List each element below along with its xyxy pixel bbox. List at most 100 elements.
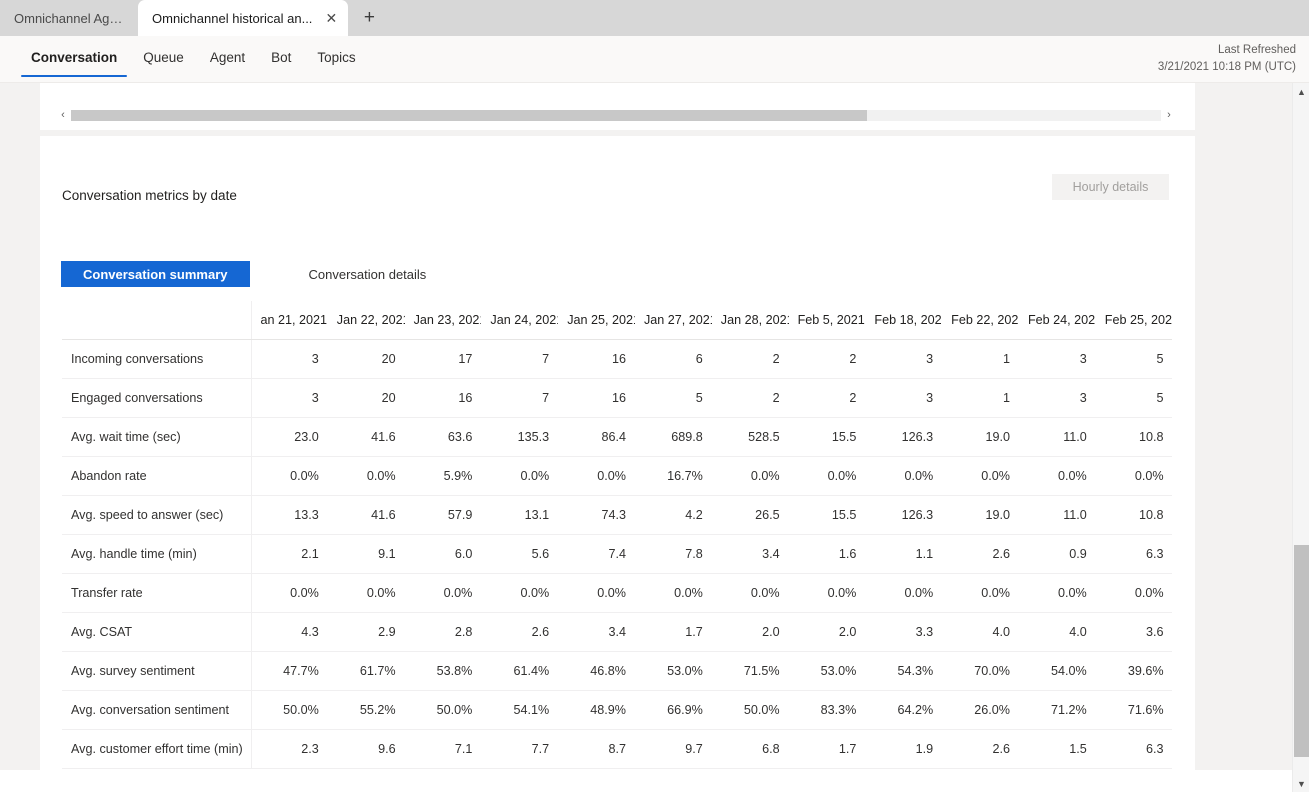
page-vertical-scrollbar[interactable]: ▲ ▼ (1292, 83, 1309, 792)
new-tab-icon[interactable]: + (354, 3, 384, 33)
tab-topics[interactable]: Topics (304, 40, 368, 77)
pivot-group: Conversation summary Conversation detail… (61, 261, 444, 287)
metric-cell: 2 (711, 378, 789, 418)
metric-cell: 16 (558, 339, 635, 379)
metric-cell: 5.9% (404, 456, 482, 496)
table-row: Avg. survey sentiment 47.7% 61.7% 53.8% 61.4… (62, 651, 1172, 691)
metric-cell: 70.0% (942, 651, 1019, 691)
metric-cell: 4.2 (634, 495, 712, 535)
metric-cell: 41.6 (327, 495, 405, 535)
column-header-date[interactable]: Jan 24, 2021 (481, 301, 559, 340)
nav-tabs: Conversation Queue Agent Bot Topics (18, 40, 369, 77)
row-header-metric: Avg. CSAT (62, 612, 252, 652)
tab-agent[interactable]: Agent (197, 40, 258, 77)
metric-cell: 0.0% (942, 573, 1019, 613)
metric-cell: 2.6 (942, 729, 1019, 769)
browser-tab-1[interactable]: Omnichannel historical an... ✕ (138, 0, 349, 36)
metric-cell: 2.6 (481, 612, 559, 652)
column-header-date[interactable]: Jan 23, 2021 (404, 301, 482, 340)
table-row: Avg. wait time (sec) 23.0 41.6 63.6 135.3 86.… (62, 417, 1172, 457)
metric-cell: 15.5 (788, 495, 866, 535)
row-header-metric: Incoming conversations (62, 339, 252, 379)
metric-cell: 3 (865, 339, 943, 379)
metric-cell: 61.7% (327, 651, 405, 691)
column-header-date[interactable]: an 21, 2021 (251, 301, 328, 340)
metric-cell: 2.8 (404, 612, 482, 652)
scroll-right-icon[interactable]: › (1161, 108, 1177, 122)
column-header-date[interactable]: Jan 25, 2021 (558, 301, 635, 340)
metric-cell: 3 (1018, 378, 1096, 418)
metric-cell: 5.6 (481, 534, 559, 574)
column-header-date[interactable]: Feb 24, 2021 (1018, 301, 1096, 340)
column-header-date[interactable]: Feb 22, 2021 (942, 301, 1019, 340)
top-scroll-track[interactable] (71, 109, 1161, 121)
pivot-conversation-details[interactable]: Conversation details (291, 261, 445, 287)
metric-cell: 0.0% (711, 573, 789, 613)
column-header-date[interactable]: Jan 27, 2021 (634, 301, 712, 340)
metric-cell: 0.0% (788, 573, 866, 613)
close-icon[interactable]: ✕ (320, 7, 342, 29)
metric-cell: 0.9 (1018, 534, 1096, 574)
metric-cell: 0.0% (251, 573, 328, 613)
metric-cell: 1.7 (788, 729, 866, 769)
column-header-date[interactable]: Feb 18, 2021 (865, 301, 943, 340)
metric-cell: 0.0% (481, 456, 559, 496)
tab-conversation[interactable]: Conversation (18, 40, 130, 77)
metric-cell: 2 (788, 378, 866, 418)
top-horizontal-scrollbar[interactable]: ‹ › (55, 108, 1177, 122)
metric-cell: 0.0% (711, 456, 789, 496)
app-header: Conversation Queue Agent Bot Topics Last… (0, 36, 1309, 83)
metric-cell: 0.0% (558, 456, 635, 496)
browser-tab-1-label: Omnichannel historical an... (152, 10, 313, 26)
scroll-up-icon[interactable]: ▲ (1293, 83, 1309, 100)
metric-cell: 0.0% (634, 573, 712, 613)
hourly-details-button[interactable]: Hourly details (1052, 174, 1169, 200)
row-header-metric: Avg. survey sentiment (62, 651, 252, 691)
tab-bot[interactable]: Bot (258, 40, 304, 77)
pivot-conversation-summary[interactable]: Conversation summary (61, 261, 250, 287)
metric-cell: 2.9 (327, 612, 405, 652)
metric-cell: 5 (1095, 378, 1172, 418)
metric-cell: 689.8 (634, 417, 712, 457)
metric-cell: 3 (865, 378, 943, 418)
metric-cell: 9.7 (634, 729, 712, 769)
vertical-scroll-thumb[interactable] (1294, 545, 1309, 757)
metric-cell: 16 (404, 378, 482, 418)
scroll-down-icon[interactable]: ▼ (1293, 775, 1309, 792)
tab-queue[interactable]: Queue (130, 40, 197, 77)
metric-cell: 2.1 (251, 534, 328, 574)
metric-cell: 13.1 (481, 495, 559, 535)
metric-cell: 8.7 (558, 729, 635, 769)
metric-cell: 5 (1095, 339, 1172, 379)
metric-cell: 47.7% (251, 651, 328, 691)
column-header-date[interactable]: Feb 5, 2021 (788, 301, 866, 340)
metric-cell: 3.4 (558, 612, 635, 652)
metrics-grid-body: Incoming conversations 3 20 17 7 16 6 2 2 3 1 3 5 Eng… (62, 339, 1172, 769)
metric-cell: 9.1 (327, 534, 405, 574)
metrics-grid-wrapper: an 21, 2021 Jan 22, 2021 Jan 23, 2021 Jan 2… (62, 301, 1172, 769)
metric-cell: 1 (942, 378, 1019, 418)
row-header-metric: Avg. customer effort time (min) (62, 729, 252, 769)
top-scroll-thumb[interactable] (71, 109, 867, 121)
column-header-date[interactable]: Jan 28, 2021 (711, 301, 789, 340)
previous-visual-card: ‹ › (40, 83, 1195, 130)
conversation-metrics-card: Conversation metrics by date Hourly deta… (40, 136, 1195, 792)
metric-cell: 64.2% (865, 690, 943, 730)
last-refreshed-timestamp: 3/21/2021 10:18 PM (UTC) (1157, 60, 1296, 73)
metric-cell: 61.4% (481, 651, 559, 691)
column-header-date[interactable]: Feb 25, 2021 (1095, 301, 1172, 340)
table-header-row: an 21, 2021 Jan 22, 2021 Jan 23, 2021 Jan 2… (62, 301, 1172, 340)
scroll-left-icon[interactable]: ‹ (55, 108, 71, 122)
last-refreshed: Last Refreshed 3/21/2021 10:18 PM (UTC) (1158, 42, 1296, 75)
browser-tab-0[interactable]: Omnichannel Age... (0, 0, 138, 36)
metric-cell: 0.0% (865, 456, 943, 496)
metric-cell: 7 (481, 378, 559, 418)
metric-cell: 57.9 (404, 495, 482, 535)
metric-cell: 5 (634, 378, 712, 418)
metric-cell: 4.0 (1018, 612, 1096, 652)
metric-cell: 0.0% (1018, 456, 1096, 496)
row-header-metric: Avg. handle time (min) (62, 534, 252, 574)
metric-cell: 0.0% (327, 573, 405, 613)
row-header-metric: Transfer rate (62, 573, 252, 613)
column-header-date[interactable]: Jan 22, 2021 (327, 301, 405, 340)
